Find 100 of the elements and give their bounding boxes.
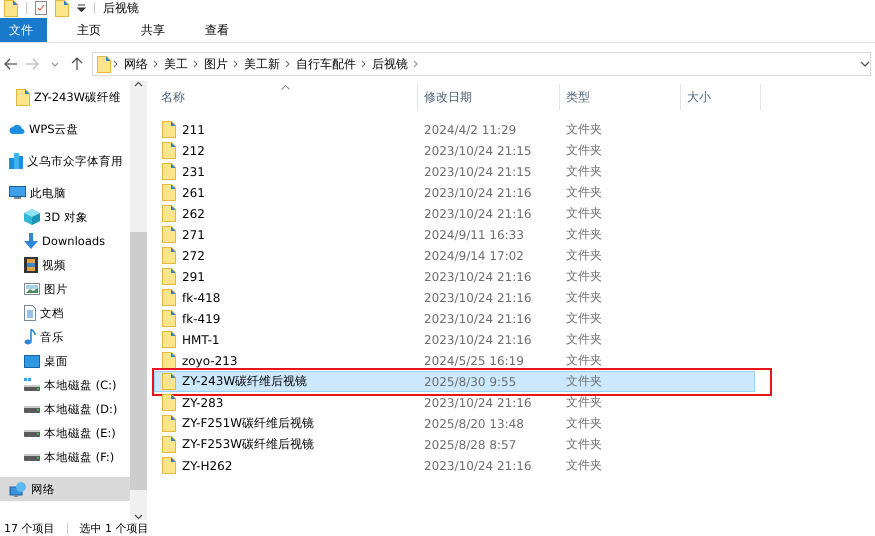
scrollbar-thumb[interactable] <box>130 232 147 490</box>
type-cell-text: 文件夹 <box>565 352 603 369</box>
date-cell-text: 2023/10/24 21:16 <box>423 312 533 326</box>
file-row[interactable]: 271 2024/9/11 16:33 文件夹 <box>154 224 755 245</box>
monitor-icon <box>9 186 26 200</box>
file-menu-tab[interactable]: 文件 <box>0 18 47 42</box>
type-cell-text: 文件夹 <box>565 415 603 432</box>
file-row[interactable]: HMT-1 2023/10/24 21:16 文件夹 <box>154 329 755 350</box>
file-name: ZY-H262 <box>182 458 232 472</box>
file-row[interactable]: fk-419 2023/10/24 21:16 文件夹 <box>154 308 755 329</box>
sidebar-item[interactable]: 义乌市众字体育用 <box>0 149 130 173</box>
up-icon[interactable] <box>71 57 83 71</box>
date-cell-text: 2023/10/24 21:16 <box>423 290 533 304</box>
date-cell-text: 2025/8/28 8:57 <box>423 438 518 452</box>
folder-icon <box>162 268 176 285</box>
sidebar-item[interactable]: 本地磁盘 (C:) <box>0 373 130 397</box>
dropdown-icon[interactable] <box>77 4 86 12</box>
sidebar-item[interactable]: 本地磁盘 (D:) <box>0 397 130 421</box>
address-bar[interactable]: 网络 美工 图片 美工新 自行车配件 后视镜 <box>92 52 871 76</box>
sidebar-item[interactable]: 音乐 <box>0 325 130 349</box>
recent-dropdown-icon[interactable] <box>51 62 59 66</box>
breadcrumb-item[interactable]: 图片 <box>201 56 231 72</box>
column-header[interactable]: 类型 <box>560 84 681 110</box>
folder-icon <box>97 56 111 72</box>
folder-icon <box>162 247 176 264</box>
sidebar-item[interactable]: 桌面 <box>0 349 130 373</box>
file-row[interactable]: 231 2023/10/24 21:15 文件夹 <box>154 161 755 182</box>
sidebar-item[interactable]: 此电脑 <box>0 181 130 205</box>
column-header[interactable]: 名称 <box>155 84 418 110</box>
music-note-icon <box>24 329 36 345</box>
type-cell-text: 文件夹 <box>565 289 603 306</box>
type-cell-text: 文件夹 <box>565 142 603 159</box>
file-row[interactable]: 291 2023/10/24 21:16 文件夹 <box>154 266 755 287</box>
checkbox-icon[interactable] <box>35 1 47 15</box>
folder-icon <box>162 184 176 201</box>
file-row[interactable]: 212 2023/10/24 21:15 文件夹 <box>154 140 755 161</box>
folder-icon <box>162 394 176 411</box>
ribbon-tab[interactable]: 主页 <box>57 18 121 42</box>
scroll-down-icon[interactable] <box>134 514 143 520</box>
file-row[interactable]: 272 2024/9/14 17:02 文件夹 <box>154 245 755 266</box>
sidebar-item[interactable]: ZY-243W碳纤维 <box>0 85 130 109</box>
file-name: 291 <box>182 270 205 284</box>
file-name: ZY-283 <box>182 396 224 410</box>
file-name: HMT-1 <box>182 332 220 346</box>
folder-icon <box>162 163 176 180</box>
selection-count: 选中 1 个项目 <box>80 520 148 536</box>
column-header[interactable]: 修改日期 <box>418 84 560 110</box>
type-cell-text: 文件夹 <box>565 121 603 138</box>
ribbon-tab[interactable]: 查看 <box>185 18 249 42</box>
date-cell-text: 2023/10/24 21:16 <box>423 206 533 220</box>
date-cell-text: 2024/4/2 11:29 <box>423 122 518 136</box>
file-row[interactable]: 262 2023/10/24 21:16 文件夹 <box>154 203 755 224</box>
drive-icon <box>24 454 40 460</box>
file-row[interactable]: 211 2024/4/2 11:29 文件夹 <box>154 119 755 140</box>
window-title: 后视镜 <box>103 0 139 16</box>
picture-icon <box>24 283 40 295</box>
back-icon[interactable] <box>4 58 18 70</box>
date-cell-text: 2023/10/24 21:16 <box>423 186 533 200</box>
breadcrumb-item[interactable]: 后视镜 <box>369 56 411 72</box>
sidebar-item[interactable]: 视频 <box>0 253 130 277</box>
date-cell-text: 2023/10/24 21:15 <box>423 144 533 158</box>
folder-icon <box>162 352 176 369</box>
dropdown-icon[interactable] <box>860 60 870 68</box>
file-row[interactable]: ZY-F251W碳纤维后视镜 2025/8/20 13:48 文件夹 <box>154 413 755 434</box>
breadcrumb-item[interactable]: 美工 <box>161 56 191 72</box>
sidebar-item[interactable]: 图片 <box>0 277 130 301</box>
type-cell-text: 文件夹 <box>565 268 603 285</box>
sidebar-item[interactable]: 文档 <box>0 301 130 325</box>
file-row[interactable]: fk-418 2023/10/24 21:16 文件夹 <box>154 287 755 308</box>
folder-icon <box>4 0 18 16</box>
sidebar-item[interactable]: 本地磁盘 (E:) <box>0 421 130 445</box>
file-name: ZY-F251W碳纤维后视镜 <box>182 415 314 432</box>
date-cell-text: 2023/10/24 21:16 <box>423 458 533 472</box>
sidebar-item[interactable]: WPS云盘 <box>0 117 130 141</box>
file-name: 271 <box>182 228 205 242</box>
scroll-up-icon[interactable] <box>134 81 143 87</box>
folder-icon <box>162 142 176 159</box>
sidebar-item[interactable]: 3D 对象 <box>0 205 130 229</box>
file-row[interactable]: ZY-283 2023/10/24 21:16 文件夹 <box>154 392 755 413</box>
breadcrumb-item[interactable]: 美工新 <box>241 56 283 72</box>
drive-icon <box>24 378 40 392</box>
breadcrumb-item[interactable]: 网络 <box>121 56 151 72</box>
building-icon <box>9 153 23 169</box>
ribbon-tab[interactable]: 共享 <box>121 18 185 42</box>
folder-icon <box>162 310 176 327</box>
item-count: 17 个项目 <box>4 520 54 536</box>
scrollbar[interactable] <box>130 81 147 520</box>
sidebar-item[interactable]: Downloads <box>0 229 130 253</box>
type-cell-text: 文件夹 <box>565 436 603 453</box>
file-row[interactable]: ZY-H262 2023/10/24 21:16 文件夹 <box>154 455 755 476</box>
type-cell-text: 文件夹 <box>565 310 603 327</box>
sidebar-item[interactable]: 网络 <box>0 477 130 501</box>
sidebar-item[interactable]: 本地磁盘 (F:) <box>0 445 130 469</box>
film-icon <box>24 257 38 273</box>
down-arrow-icon <box>24 233 38 249</box>
file-row[interactable]: zoyo-213 2024/5/25 16:19 文件夹 <box>154 350 755 371</box>
file-row[interactable]: 261 2023/10/24 21:16 文件夹 <box>154 182 755 203</box>
breadcrumb-item[interactable]: 自行车配件 <box>293 56 359 72</box>
column-header[interactable]: 大小 <box>681 84 761 110</box>
file-row[interactable]: ZY-F253W碳纤维后视镜 2025/8/28 8:57 文件夹 <box>154 434 755 455</box>
